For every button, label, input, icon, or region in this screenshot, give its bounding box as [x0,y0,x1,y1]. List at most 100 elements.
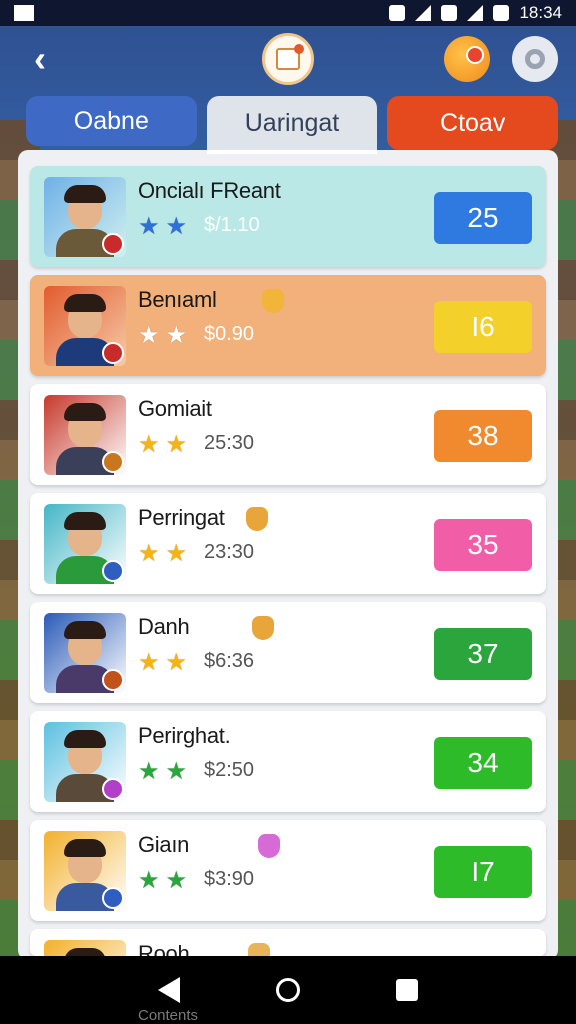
player-avatar [44,504,126,584]
rank-icon [102,669,124,691]
player-stat: $/1.10 [204,214,260,236]
signal-strength-icon [467,5,484,21]
list-item[interactable]: Gomiait ★ ★ 25:30 38 [30,384,546,485]
player-stat: $0.90 [204,323,255,345]
rank-icon [102,451,124,473]
chevron-left-icon: ‹ [34,38,46,79]
player-name: Oncialı FReant [138,178,281,203]
player-stat: $2:50 [204,759,255,781]
player-name: Danh [138,614,190,639]
player-avatar [44,395,126,475]
score-badge: 38 [434,410,532,462]
list-item[interactable]: Danh ★ ★ $6:36 37 [30,602,546,703]
image-icon [14,5,34,21]
avatar-hair [64,294,106,312]
rank-icon [102,887,124,909]
rating-stars: ★ ★ [138,648,187,677]
score-badge: 34 [434,737,532,789]
player-name: Giaın [138,832,190,857]
nav-caption: Contents [138,1007,199,1024]
navigation-bar: Contents [0,956,576,1024]
status-bar: 18:34 [0,0,576,26]
player-avatar [44,722,126,802]
rating-stars: ★ ★ [138,430,187,459]
avatar-hair [64,730,106,748]
player-avatar [44,613,126,693]
star-icon: ★ [138,649,160,676]
rating-stars: ★ ★ [138,212,187,241]
player-stat: $6:36 [204,650,255,672]
rank-icon [102,342,124,364]
star-icon: ★ [165,758,188,785]
nav-home-button[interactable] [276,978,300,1002]
rating-stars: ★ ★ [138,757,187,786]
nav-back-button[interactable] [158,977,180,1003]
rating-stars: ★ ★ [138,866,187,895]
star-icon: ★ [138,867,160,894]
player-name: Perringat [138,505,225,530]
gear-icon [525,49,545,69]
player-name: Perirghat. [138,723,231,748]
star-icon: ★ [138,540,160,567]
star-icon: ★ [165,431,188,458]
star-icon: ★ [165,322,188,349]
rating-stars: ★ ★ [138,539,187,568]
list-item[interactable]: Oncialı FReant ★ ★ $/1.10 25 [30,166,546,267]
score-badge: 35 [434,519,532,571]
player-avatar [44,831,126,911]
player-avatar [44,286,126,366]
tab-bar: Oabne Uaringat Ctoav [26,96,559,154]
trophy-icon [258,834,280,858]
status-time: 18:34 [519,3,562,22]
star-icon: ★ [138,431,160,458]
score-badge: I7 [434,846,532,898]
avatar-hair [64,621,106,639]
player-avatar [44,177,126,257]
rating-stars: ★ ★ [138,321,187,350]
star-icon: ★ [165,540,188,567]
list-item[interactable]: Benıaml ★ ★ $0.90 I6 [30,275,546,376]
battery-icon [493,5,510,21]
trophy-icon [246,507,268,531]
player-stat: $3:90 [204,868,255,890]
wifi-icon [441,5,458,21]
guide-book-button[interactable] [262,33,314,85]
star-icon: ★ [165,213,188,240]
star-icon: ★ [138,322,160,349]
signal-icon [415,5,432,21]
star-icon: ★ [165,649,188,676]
player-stat: 23:30 [204,541,255,563]
nav-recents-button[interactable] [396,979,418,1001]
tab-second-active[interactable]: Uaringat [206,96,378,154]
score-badge: 25 [434,192,532,244]
tab-first[interactable]: Oabne [26,96,197,146]
avatar-hair [64,185,106,203]
player-stat: 25:30 [204,432,255,454]
player-avatar [44,940,126,957]
settings-button[interactable] [512,36,558,82]
player-name: Rooh [138,941,190,957]
player-name: Benıaml [138,287,217,312]
leaderboard-list: Oncialı FReant ★ ★ $/1.10 25 Benıaml ★ ★ $0.90 I6… [30,166,546,957]
trophy-icon [252,616,274,640]
chat-notification-button[interactable] [444,36,490,82]
list-item[interactable]: Perringat ★ ★ 23:30 35 [30,493,546,594]
score-badge: 37 [434,628,532,680]
rank-icon [102,233,124,255]
star-icon: ★ [138,213,160,240]
book-icon [276,44,304,70]
trophy-icon [262,289,284,313]
score-badge: I6 [434,301,532,353]
list-item[interactable]: Perirghat. ★ ★ $2:50 34 [30,711,546,812]
notification-icon [389,5,406,21]
star-icon: ★ [165,867,188,894]
tab-third[interactable]: Ctoav [387,96,559,150]
list-item[interactable]: Giaın ★ ★ $3:90 I7 [30,820,546,921]
star-icon: ★ [138,758,160,785]
player-name: Gomiait [138,396,212,421]
top-bar: ‹ [0,26,576,92]
avatar-hair [64,512,106,530]
back-button[interactable]: ‹ [18,37,62,81]
list-item[interactable]: Rooh [30,929,546,957]
trophy-icon [248,943,270,957]
